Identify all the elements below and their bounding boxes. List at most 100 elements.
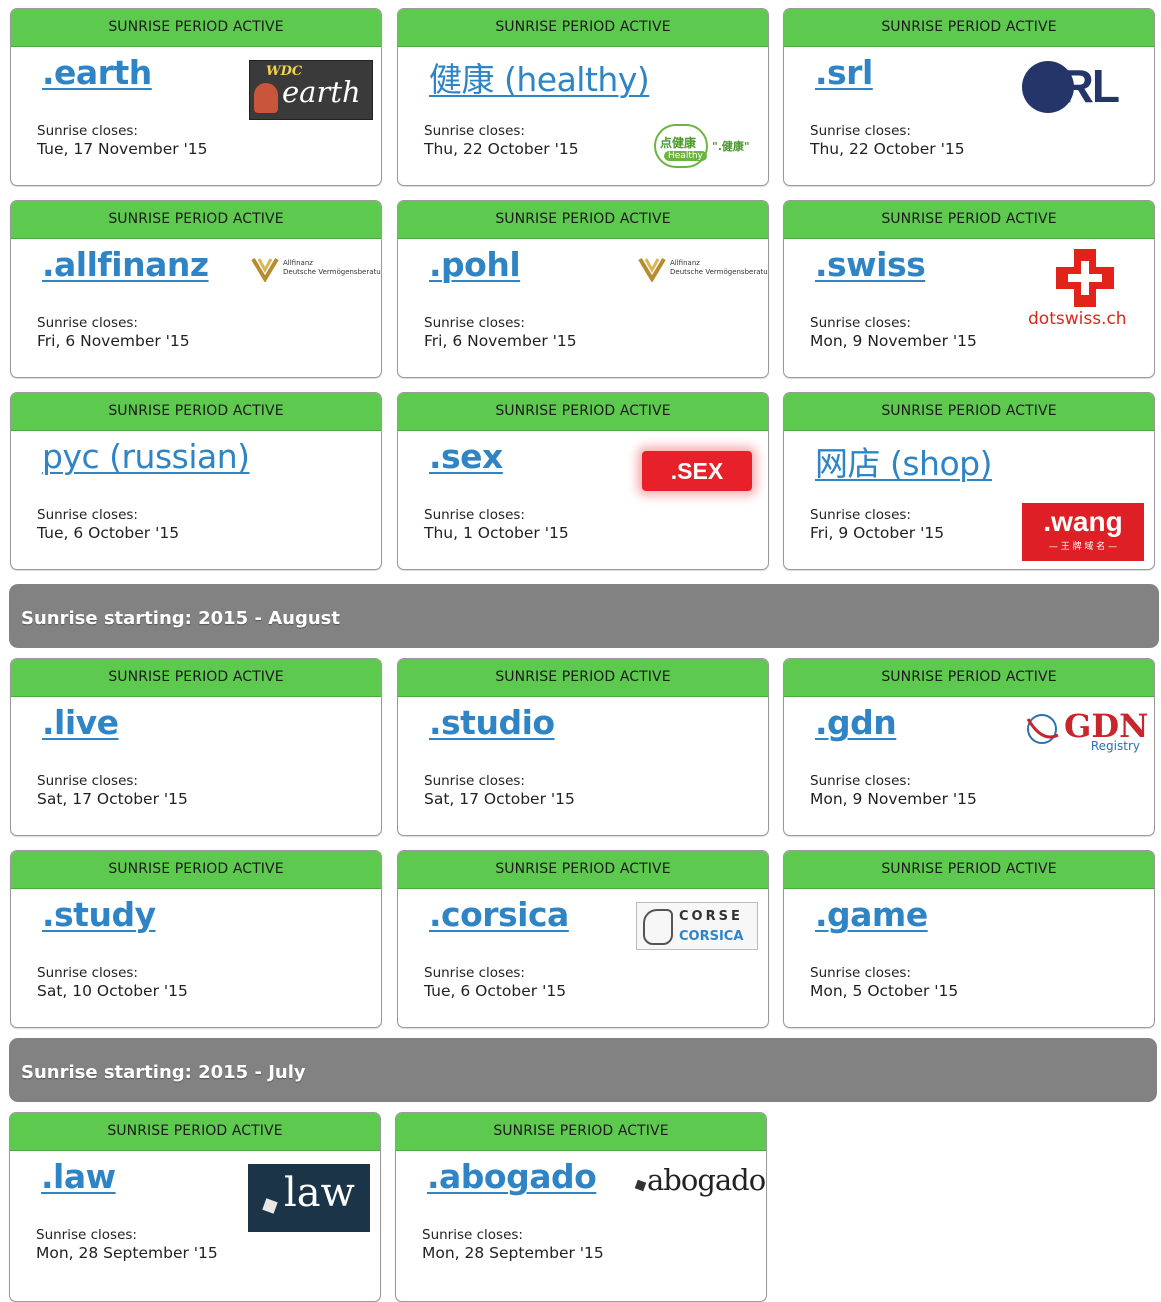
- tld-card: SUNRISE PERIOD ACTIVE 健康 (healthy) Sunri…: [397, 8, 769, 186]
- allfinanz-logo: Allfinanz Deutsche Vermögensberatung: [638, 256, 768, 284]
- logo-text: earth: [282, 75, 361, 109]
- logo-text: Deutsche Vermögensberatung: [283, 268, 382, 276]
- logo-text: dotswiss.ch: [1028, 309, 1127, 329]
- closes-date: Mon, 28 September '15: [422, 1244, 604, 1262]
- closes-label: Sunrise closes:: [810, 507, 911, 523]
- tld-link[interactable]: .sex: [429, 437, 503, 476]
- logo-text: Allfinanz: [670, 259, 700, 267]
- cube-icon: [634, 1179, 647, 1192]
- closes-date: Tue, 17 November '15: [37, 140, 208, 158]
- closes-label: Sunrise closes:: [422, 1227, 523, 1243]
- law-logo: law: [248, 1164, 370, 1232]
- tld-link[interactable]: .law: [41, 1157, 116, 1196]
- tld-link[interactable]: .abogado: [427, 1157, 597, 1196]
- tld-card: SUNRISE PERIOD ACTIVE .gdn Sunrise close…: [783, 658, 1155, 836]
- corsica-logo: CORSE CORSICA: [636, 902, 758, 950]
- tld-link[interactable]: .earth: [42, 53, 152, 92]
- tld-link[interactable]: .game: [815, 895, 928, 934]
- logo-text: abogado: [647, 1163, 766, 1197]
- tld-card: SUNRISE PERIOD ACTIVE .sex Sunrise close…: [397, 392, 769, 570]
- logo-text: 点健康: [660, 136, 697, 150]
- allfinanz-mark-icon: [638, 257, 666, 282]
- closes-label: Sunrise closes:: [424, 965, 525, 981]
- globe-icon: [1026, 714, 1059, 744]
- tld-card: SUNRISE PERIOD ACTIVE .earth Sunrise clo…: [10, 8, 382, 186]
- logo-text: .wang: [1043, 506, 1123, 537]
- status-badge: SUNRISE PERIOD ACTIVE: [398, 851, 768, 889]
- tld-link[interactable]: .corsica: [429, 895, 569, 934]
- swiss-cross-icon: [1056, 249, 1114, 307]
- dotswiss-logo: dotswiss.ch: [1028, 249, 1142, 331]
- tld-link[interactable]: .swiss: [815, 245, 926, 284]
- status-badge: SUNRISE PERIOD ACTIVE: [398, 393, 768, 431]
- closes-date: Fri, 6 November '15: [37, 332, 190, 350]
- closes-date: Thu, 22 October '15: [424, 140, 579, 158]
- status-badge: SUNRISE PERIOD ACTIVE: [784, 201, 1154, 239]
- closes-date: Mon, 9 November '15: [810, 790, 977, 808]
- closes-label: Sunrise closes:: [810, 315, 911, 331]
- tld-link[interactable]: .study: [42, 895, 156, 934]
- closes-date: Tue, 6 October '15: [37, 524, 180, 542]
- logo-text: — 王 牌 域 名 —: [1048, 542, 1118, 552]
- closes-label: Sunrise closes:: [810, 123, 911, 139]
- closes-date: Tue, 6 October '15: [424, 982, 567, 1000]
- logo-text: CORSICA: [679, 929, 744, 944]
- status-badge: SUNRISE PERIOD ACTIVE: [396, 1113, 766, 1151]
- tld-card: SUNRISE PERIOD ACTIVE .law Sunrise close…: [9, 1112, 381, 1302]
- status-badge: SUNRISE PERIOD ACTIVE: [784, 851, 1154, 889]
- gdn-logo: GDN Registry: [1024, 707, 1148, 755]
- status-badge: SUNRISE PERIOD ACTIVE: [11, 659, 381, 697]
- closes-date: Thu, 1 October '15: [424, 524, 569, 542]
- tld-link[interactable]: .srl: [815, 53, 873, 92]
- logo-text: .SEX: [670, 458, 724, 484]
- tld-link[interactable]: .live: [42, 703, 119, 742]
- closes-date: Fri, 9 October '15: [810, 524, 945, 542]
- closes-label: Sunrise closes:: [37, 965, 138, 981]
- logo-text: Deutsche Vermögensberatung: [670, 268, 769, 276]
- closes-label: Sunrise closes:: [37, 123, 138, 139]
- tld-card: SUNRISE PERIOD ACTIVE .pohl Sunrise clos…: [397, 200, 769, 378]
- logo-text: Allfinanz: [283, 259, 313, 267]
- status-badge: SUNRISE PERIOD ACTIVE: [398, 659, 768, 697]
- abogado-logo: abogado: [634, 1163, 766, 1199]
- section-banner: Sunrise starting: 2015 - July: [9, 1038, 1157, 1102]
- status-badge: SUNRISE PERIOD ACTIVE: [398, 201, 768, 239]
- status-badge: SUNRISE PERIOD ACTIVE: [11, 851, 381, 889]
- tld-card: SUNRISE PERIOD ACTIVE .corsica Sunrise c…: [397, 850, 769, 1028]
- tld-card: SUNRISE PERIOD ACTIVE .study Sunrise clo…: [10, 850, 382, 1028]
- closes-label: Sunrise closes:: [424, 315, 525, 331]
- tld-card: SUNRISE PERIOD ACTIVE .game Sunrise clos…: [783, 850, 1155, 1028]
- closes-date: Fri, 6 November '15: [424, 332, 577, 350]
- closes-label: Sunrise closes:: [37, 315, 138, 331]
- section-banner: Sunrise starting: 2015 - August: [9, 584, 1159, 648]
- tld-card: SUNRISE PERIOD ACTIVE .abogado Sunrise c…: [395, 1112, 767, 1302]
- tld-link[interactable]: 网店 (shop): [815, 437, 992, 485]
- closes-label: Sunrise closes:: [810, 965, 911, 981]
- status-badge: SUNRISE PERIOD ACTIVE: [784, 9, 1154, 47]
- sex-logo: .SEX: [642, 451, 752, 491]
- tld-link[interactable]: .studio: [429, 703, 555, 742]
- banner-title: Sunrise starting: 2015 - August: [21, 608, 340, 629]
- srl-logo: SRL: [1022, 59, 1148, 117]
- tld-link[interactable]: .allfinanz: [42, 245, 209, 284]
- earth-logo: WDC earth: [249, 60, 373, 120]
- status-badge: SUNRISE PERIOD ACTIVE: [784, 659, 1154, 697]
- tld-card: SUNRISE PERIOD ACTIVE .srl Sunrise close…: [783, 8, 1155, 186]
- wang-logo: .wang — 王 牌 域 名 —: [1022, 503, 1144, 561]
- tld-link[interactable]: .gdn: [815, 703, 897, 742]
- closes-date: Thu, 22 October '15: [810, 140, 965, 158]
- cube-icon: [262, 1198, 278, 1214]
- tld-link[interactable]: 健康 (healthy): [429, 53, 650, 101]
- tld-card: SUNRISE PERIOD ACTIVE .studio Sunrise cl…: [397, 658, 769, 836]
- closes-label: Sunrise closes:: [424, 507, 525, 523]
- tld-card: SUNRISE PERIOD ACTIVE .allfinanz Sunrise…: [10, 200, 382, 378]
- logo-text: ".健康": [712, 140, 750, 153]
- logo-text: Registry: [1090, 739, 1140, 753]
- tld-link[interactable]: .pohl: [429, 245, 521, 284]
- logo-text: Healthy: [664, 151, 707, 161]
- closes-date: Mon, 5 October '15: [810, 982, 959, 1000]
- logo-text: CORSE: [679, 909, 743, 924]
- logo-text: law: [284, 1170, 355, 1216]
- tld-link[interactable]: pyc (russian): [42, 437, 250, 476]
- allfinanz-mark-icon: [251, 257, 279, 282]
